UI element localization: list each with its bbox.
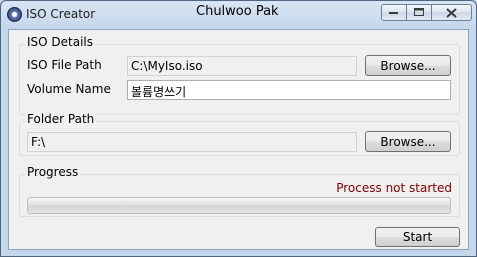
minimize-icon <box>389 11 398 14</box>
close-icon <box>446 7 457 18</box>
browse-folder-button[interactable]: Browse... <box>365 131 451 152</box>
volume-name-input[interactable]: 볼륨명쓰기 <box>127 80 451 100</box>
progress-bar <box>27 197 451 214</box>
window-title: ISO Creator <box>26 7 96 21</box>
client-area: ISO Details ISO File Path C:\MyIso.iso B… <box>8 29 469 250</box>
minimize-button[interactable] <box>381 4 407 21</box>
maximize-icon <box>413 8 424 16</box>
app-icon[interactable] <box>7 7 22 22</box>
author-title: Chulwoo Pak <box>196 4 279 19</box>
app-window: ISO Creator Chulwoo Pak ISO Details ISO … <box>0 0 477 257</box>
iso-file-path-label: ISO File Path <box>27 58 102 72</box>
close-button[interactable] <box>431 4 472 21</box>
start-button[interactable]: Start <box>375 227 460 247</box>
folder-path-label: Folder Path <box>25 112 97 126</box>
maximize-button[interactable] <box>406 4 432 21</box>
folder-path-field[interactable]: F:\ <box>27 132 357 152</box>
progress-label: Progress <box>25 165 81 179</box>
window-controls <box>381 4 472 23</box>
volume-name-label: Volume Name <box>27 82 111 96</box>
browse-iso-button[interactable]: Browse... <box>365 55 451 76</box>
iso-file-path-field[interactable]: C:\MyIso.iso <box>127 56 357 76</box>
status-text: Process not started <box>336 181 452 195</box>
iso-details-label: ISO Details <box>25 35 96 49</box>
title-bar[interactable]: ISO Creator Chulwoo Pak <box>1 1 476 29</box>
